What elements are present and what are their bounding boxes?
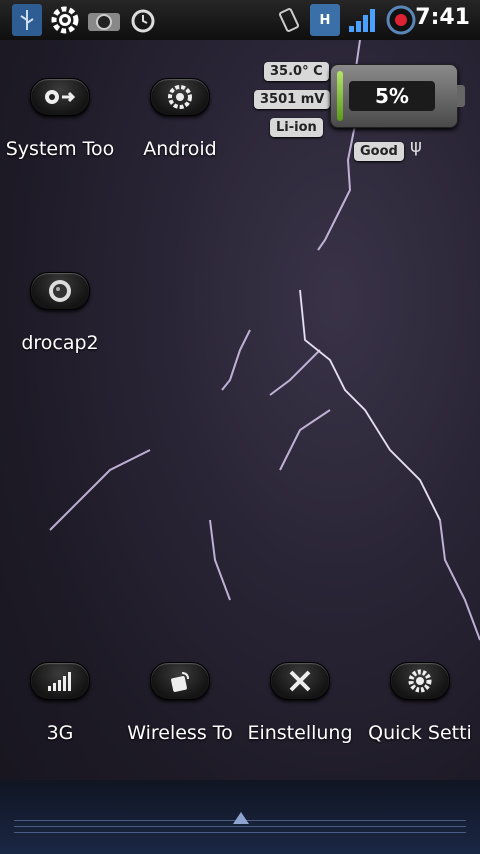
app-label: Quick Setti (368, 722, 472, 744)
app-quick-settings[interactable]: Quick Setti (360, 662, 480, 744)
battery-voltage: 3501 mV (254, 90, 331, 109)
app-label: 3G (46, 722, 74, 744)
hspa-data-icon: H (310, 4, 340, 36)
gears-icon (150, 78, 210, 116)
data-indicator-label: H (319, 12, 331, 28)
app-android[interactable]: Android (120, 78, 240, 160)
battery-health: Good (354, 142, 404, 161)
status-clock: 7:41 (415, 5, 470, 30)
battery-percent: 5% (349, 81, 435, 111)
battery-cap (457, 85, 465, 107)
alarm-clock-icon (128, 4, 158, 36)
app-wireless-tools[interactable]: Wireless To (120, 662, 240, 744)
signal-bars-icon (30, 662, 90, 700)
battery-technology: Li-ion (270, 118, 323, 137)
settings-gear-icon (390, 662, 450, 700)
app-drawer-arrow-icon[interactable] (233, 812, 249, 824)
wireless-lock-icon (150, 662, 210, 700)
battery-level-fill (337, 71, 343, 121)
app-label: Android (143, 138, 217, 160)
app-einstellungen[interactable]: Einstellung (240, 662, 360, 744)
app-3g[interactable]: 3G (0, 662, 120, 744)
app-system-tools[interactable]: System Too (0, 78, 120, 160)
tools-icon (270, 662, 330, 700)
system-tools-icon (30, 78, 90, 116)
app-drocap2[interactable]: drocap2 (0, 272, 120, 354)
dock-line (14, 832, 466, 833)
dock-line (14, 826, 466, 827)
gear-icon (48, 4, 82, 36)
signal-strength-icon (346, 4, 380, 36)
app-label: Wireless To (127, 722, 233, 744)
usb-charge-icon: ψ (410, 136, 422, 157)
battery-gauge: 5% (330, 64, 465, 128)
camera-lens-icon (30, 272, 90, 310)
camera-icon (86, 4, 122, 36)
vibrate-icon (274, 4, 304, 36)
app-label: System Too (5, 138, 115, 160)
status-bar: H 7:41 (0, 0, 480, 40)
usb-icon (12, 4, 42, 36)
battery-circle-icon (384, 4, 418, 36)
app-label: drocap2 (21, 332, 99, 354)
app-label: Einstellung (247, 722, 353, 744)
battery-temperature: 35.0° C (264, 62, 329, 81)
